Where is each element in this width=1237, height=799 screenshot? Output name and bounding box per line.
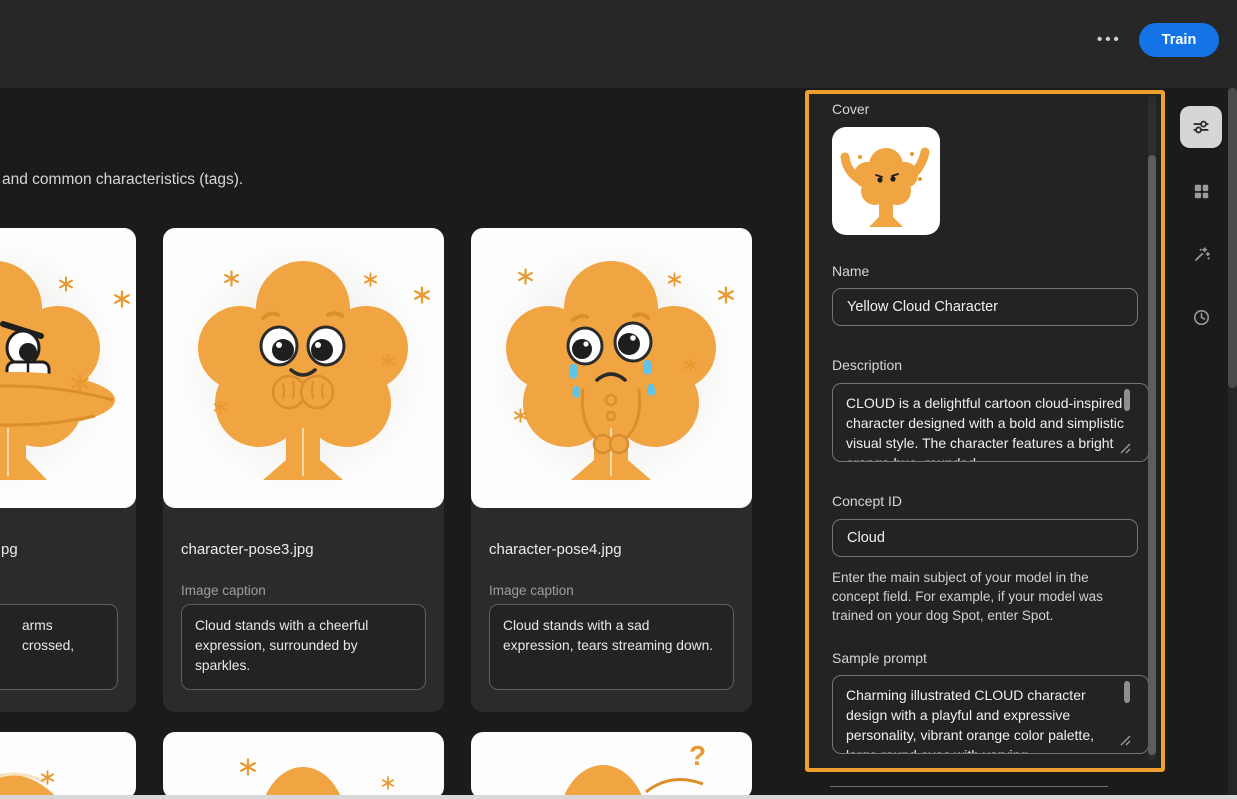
history-clock-icon [1192,308,1211,327]
rail-tab-properties[interactable] [1180,106,1222,148]
sparkle-icon [113,290,131,308]
sample-prompt-scrollbar-thumb[interactable] [1124,681,1130,703]
dataset-card: character-pose4.jpg Image caption Cloud … [471,228,752,712]
character-illustration-sad [471,228,752,508]
character-illustration-partial [163,732,444,799]
name-input[interactable]: Yellow Cloud Character [832,288,1138,326]
dataset-image-angry[interactable] [0,228,136,508]
rail-tab-history[interactable] [1192,308,1211,327]
dataset-image-cheerful[interactable] [163,228,444,508]
sparkle-icon [213,400,228,415]
image-caption-input[interactable]: arms crossed, [0,604,118,690]
dataset-image-sad[interactable] [471,228,752,508]
caption-text: arms crossed, [0,616,104,656]
sparkle-icon [40,770,55,785]
image-filename: pg [1,541,18,558]
sparkle-icon [667,272,682,287]
sparkle-icon [413,286,431,304]
description-resize-handle[interactable] [1119,442,1132,455]
top-bar: ••• Train [0,0,1237,88]
dataset-image-partial[interactable]: ? [471,732,752,799]
sparkle-icon [381,776,395,790]
sparkle-icon [381,354,396,369]
concept-help-text: Enter the main subject of your model in … [832,568,1128,625]
image-caption-input[interactable]: Cloud stands with a sad expression, tear… [489,604,734,690]
sample-prompt-textarea[interactable]: Charming illustrated CLOUD character des… [832,675,1149,754]
dataset-image-partial[interactable] [0,732,136,799]
panel-scrollbar-thumb[interactable] [1148,155,1156,755]
sparkle-icon [239,758,257,776]
sparkle-icon [513,408,528,423]
panel-divider [830,786,1108,787]
concept-id-input[interactable]: Cloud [832,519,1138,557]
name-label: Name [832,263,869,279]
sparkle-icon [58,276,74,292]
character-illustration-cheerful [163,228,444,508]
sample-prompt-label: Sample prompt [832,650,927,666]
rail-tab-grid-view[interactable] [1192,182,1211,201]
character-illustration-partial [0,732,136,799]
sparkle-icon [517,268,534,285]
image-caption-label: Image caption [489,583,574,598]
app-root: ••• Train and common characteristics (ta… [0,0,1237,799]
sparkle-icon [363,272,378,287]
description-label: Description [832,357,902,373]
train-button[interactable]: Train [1139,23,1219,57]
dataset-image-partial[interactable] [163,732,444,799]
sliders-icon [1191,117,1211,137]
character-illustration-partial [471,732,752,799]
sparkle-icon [717,286,735,304]
concept-id-label: Concept ID [832,493,902,509]
description-scrollbar-thumb[interactable] [1124,389,1130,411]
sample-prompt-resize-handle[interactable] [1119,734,1132,747]
more-options-icon[interactable]: ••• [1097,31,1122,48]
image-caption-input[interactable]: Cloud stands with a cheerful expression,… [181,604,426,690]
image-caption-label: Image caption [181,583,266,598]
image-filename: character-pose4.jpg [489,541,622,558]
dataset-card: pg arms crossed, [0,228,136,712]
question-mark-text: ? [689,740,706,772]
dataset-instructions-text: and common characteristics (tags). [2,171,243,189]
magic-wand-icon [1192,245,1211,264]
character-illustration-cover [832,127,940,235]
page-scrollbar-thumb[interactable] [1228,88,1237,388]
cover-thumbnail[interactable] [832,127,940,235]
sparkle-icon [683,358,698,373]
image-filename: character-pose3.jpg [181,541,314,558]
grid-view-icon [1192,182,1211,201]
description-textarea[interactable]: CLOUD is a delightful cartoon cloud-insp… [832,383,1149,462]
character-illustration-angry [0,228,136,508]
rail-tab-effects[interactable] [1192,245,1211,264]
sparkle-icon [223,270,240,287]
cover-label: Cover [832,101,869,117]
dataset-card: character-pose3.jpg Image caption Cloud … [163,228,444,712]
bottom-edge-strip [0,795,1237,799]
